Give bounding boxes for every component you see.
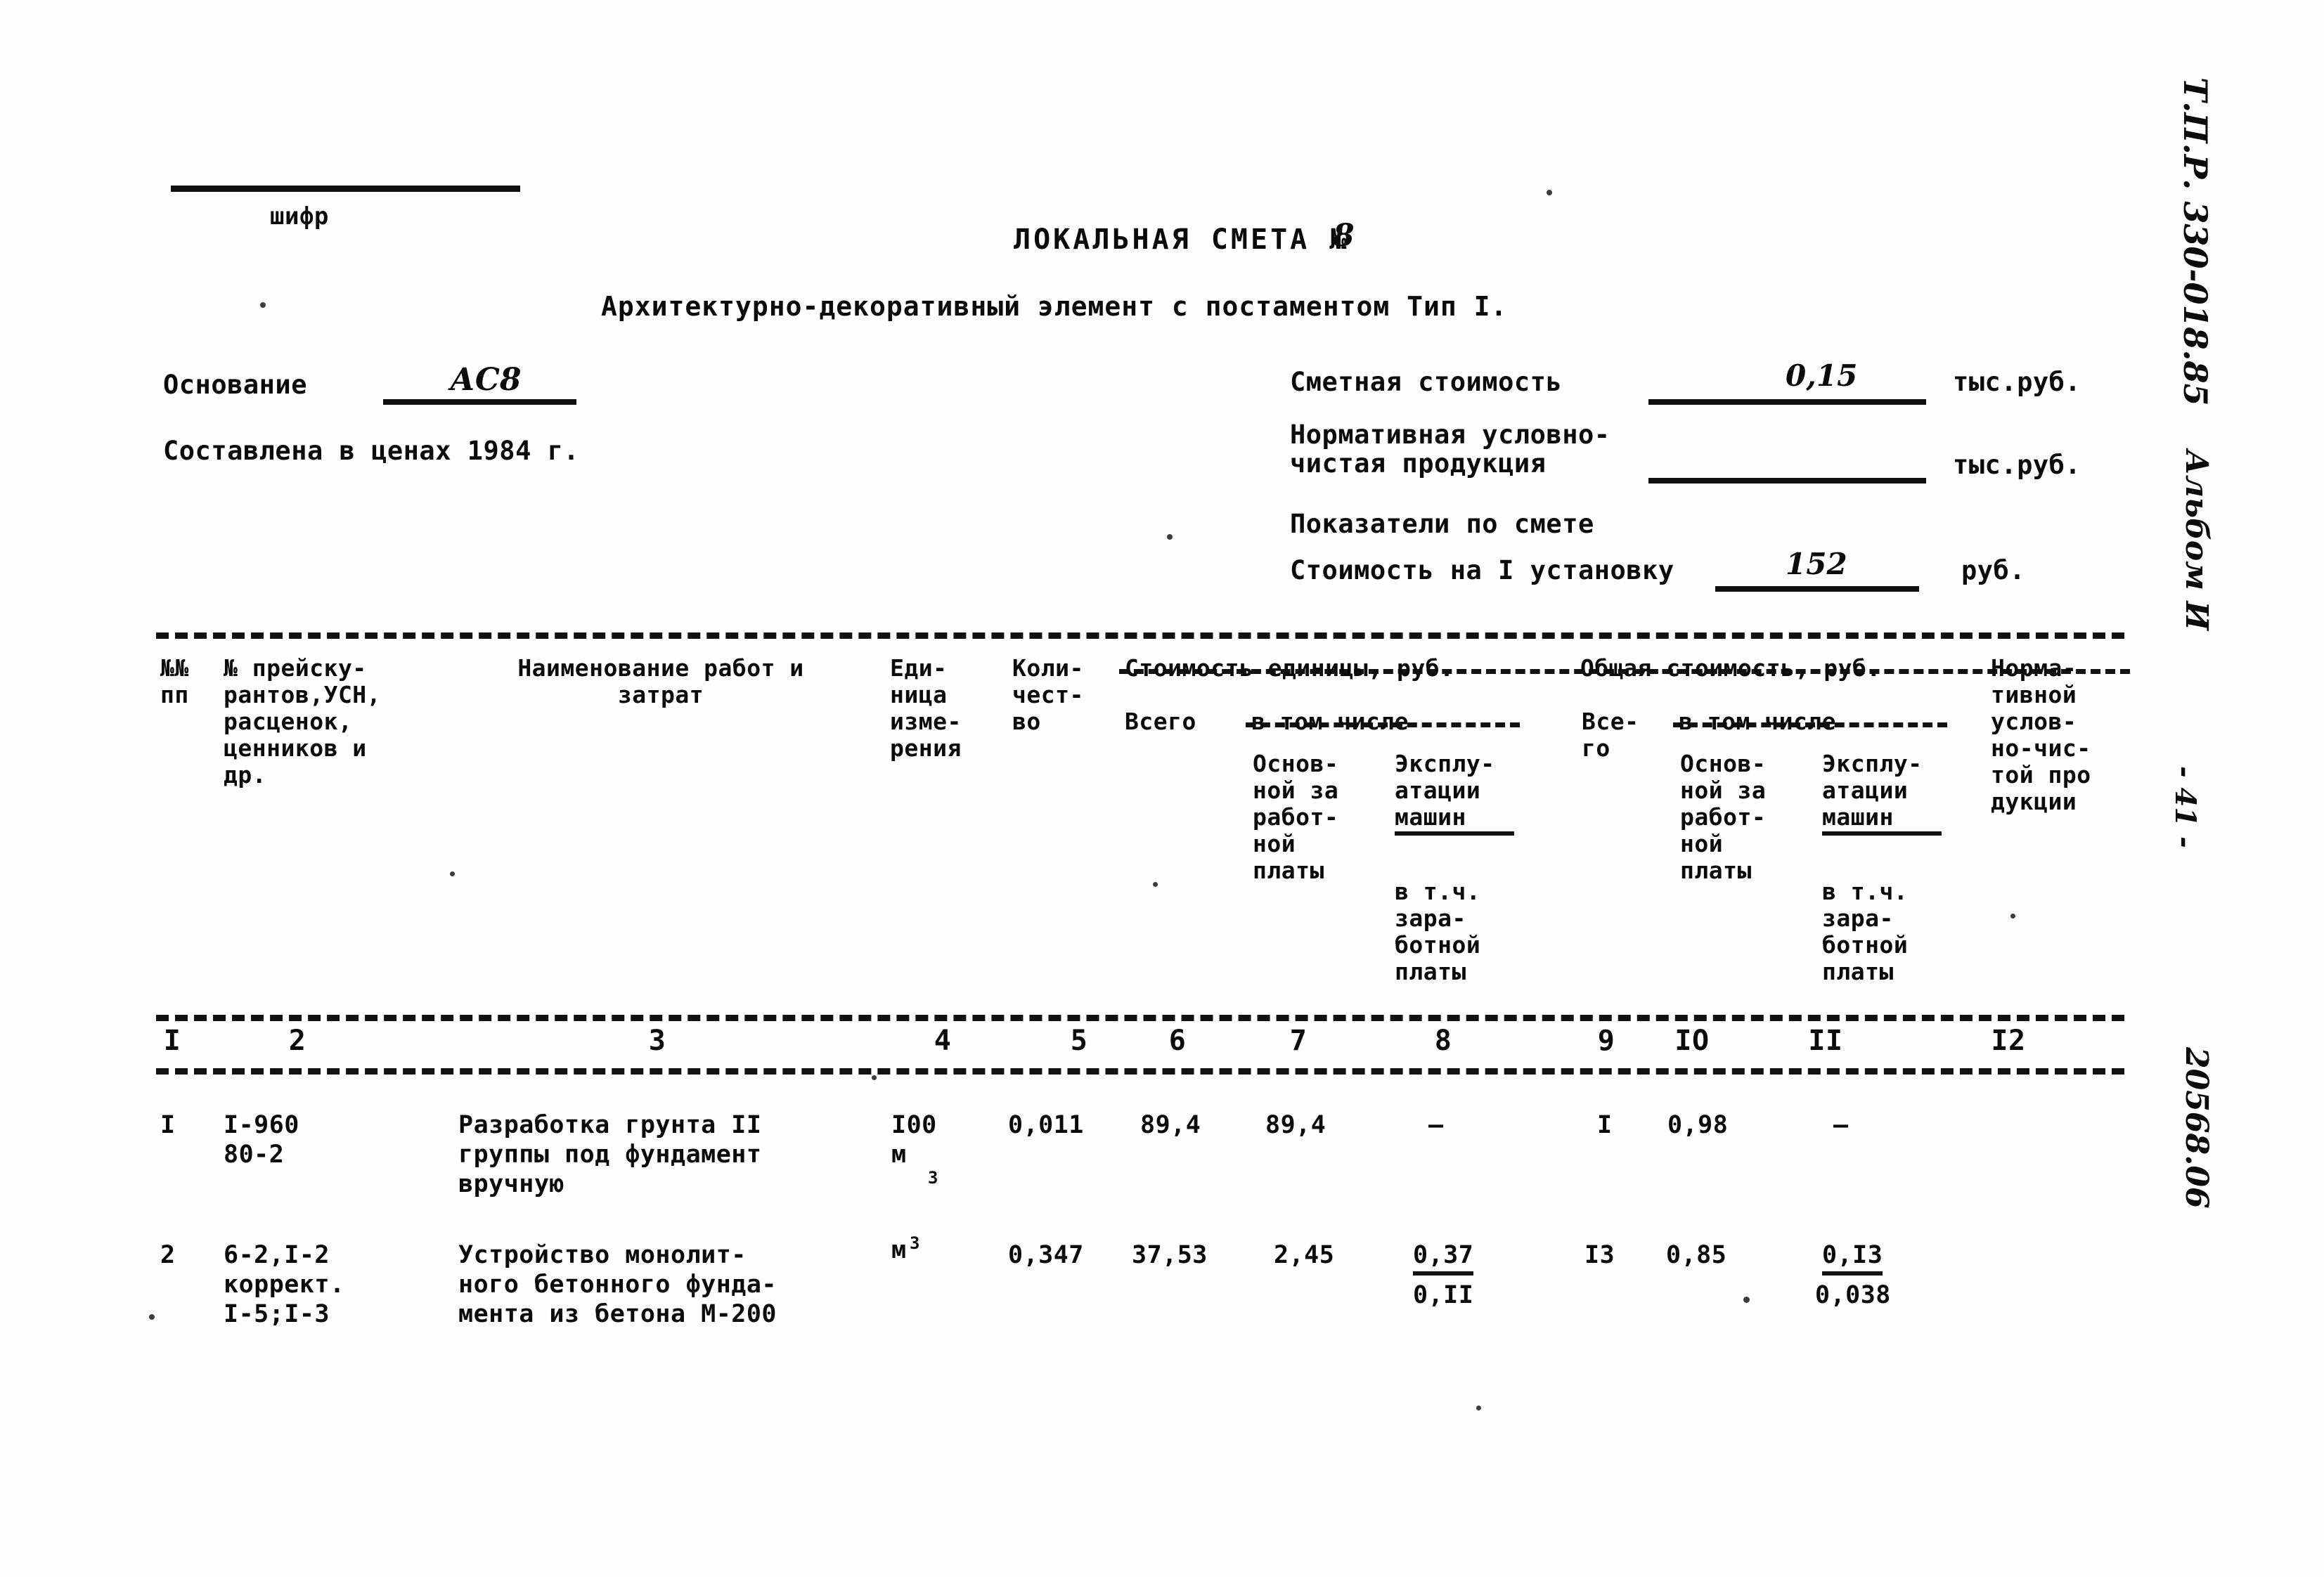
row-total-machine: 0,I3 — [1822, 1240, 1883, 1276]
net-product-fill-rule — [1648, 478, 1926, 484]
margin-stamp-number: 20568.06 — [2178, 1047, 2214, 1209]
scan-speck — [1167, 534, 1173, 540]
table-top-dashed-rule — [156, 632, 2124, 639]
net-product-label: Нормативная условно- чистая продукция — [1290, 420, 1610, 479]
column-header-8: Эксплу- атации машин — [1395, 751, 1514, 836]
prices-year-line: Составлена в ценах 1984 г. — [163, 436, 580, 466]
row-total-machine: – — [1833, 1111, 1849, 1139]
document-subtitle: Архитектурно-декоративный элемент с пост… — [601, 291, 1508, 322]
column-header-3: Наименование работ и затрат — [517, 654, 804, 708]
column-number-9: 9 — [1597, 1025, 1615, 1057]
row-code: 6-2,I-2 коррект. I-5;I-3 — [224, 1241, 345, 1328]
estimate-cost-unit: тыс.руб. — [1953, 367, 2081, 397]
row-total-wage: 0,85 — [1666, 1241, 1727, 1269]
column-number-8: 8 — [1434, 1025, 1452, 1057]
scan-speck — [872, 1075, 877, 1080]
column-header-7: Основ- ной за работ- ной платы — [1253, 750, 1339, 884]
including-1-header: в том числе — [1251, 708, 1409, 735]
row-quantity: 0,011 — [1008, 1111, 1084, 1139]
column-header-8-sub: в т.ч. зара- ботной платы — [1395, 878, 1481, 985]
net-product-unit: тыс.руб. — [1953, 450, 2081, 480]
row-quantity: 0,347 — [1008, 1241, 1084, 1269]
unit-cost-group-header: Стоимость единицы, руб. — [1125, 654, 1454, 682]
document-page: шифр ЛОКАЛЬНАЯ СМЕТА № 8 Архитектурно-де… — [0, 0, 2324, 1577]
column-header-9: Все- го — [1582, 708, 1639, 762]
scan-speck — [450, 871, 455, 876]
column-number-11: II — [1808, 1025, 1843, 1057]
including-2-header: в том числе — [1679, 708, 1837, 735]
column-number-4: 4 — [934, 1025, 952, 1057]
scan-speck — [149, 1314, 155, 1320]
basis-fill-rule — [383, 399, 576, 405]
column-header-1: №№ пп — [160, 654, 189, 708]
estimate-cost-label: Сметная стоимость — [1290, 367, 1563, 397]
estimate-cost-fill-rule — [1648, 399, 1926, 405]
column-header-5: Коли- чест- во — [1012, 654, 1084, 735]
scan-speck — [1743, 1297, 1750, 1303]
indicators-label: Показатели по смете — [1290, 509, 1594, 539]
numrow-top-dashed-rule — [156, 1015, 2124, 1021]
basis-label: Основание — [163, 370, 307, 400]
column-header-6: Всего — [1125, 708, 1196, 735]
estimate-cost-value: 0,15 — [1786, 358, 1858, 393]
row-unit-total: 37,53 — [1132, 1241, 1208, 1269]
column-header-10: Основ- ной за работ- ной платы — [1680, 750, 1767, 884]
row-unit: м — [891, 1236, 907, 1264]
numrow-bottom-dashed-rule — [156, 1068, 2124, 1075]
row-unit-wage: 89,4 — [1265, 1111, 1326, 1139]
column-header-11: Эксплу- атации машин — [1822, 751, 1942, 836]
margin-page-number: - 41 - — [2169, 766, 2202, 848]
row-code: I-960 80-2 — [224, 1111, 299, 1169]
scan-speck — [1547, 190, 1552, 195]
row-description: Разработка грунта II группы под фундамен… — [458, 1111, 762, 1198]
column-header-2: № прейску- рантов,УСН, расценок, ценнико… — [224, 654, 382, 788]
total-cost-group-header: Общая стоимость, руб. — [1580, 654, 1881, 682]
row-unit: I00 м — [891, 1111, 937, 1169]
column-number-12: I2 — [1991, 1025, 2026, 1057]
row-number: I — [160, 1111, 176, 1139]
document-number: 8 — [1333, 218, 1355, 254]
margin-project-code: Т.П.Р. 330-018.85 — [2176, 77, 2214, 406]
unit-install-cost-label: Стоимость на I установку — [1290, 555, 1674, 585]
scan-speck — [260, 302, 266, 308]
row-total: I3 — [1584, 1241, 1615, 1269]
scan-speck — [2010, 914, 2015, 919]
basis-value: АС8 — [450, 362, 522, 398]
scan-speck — [1476, 1406, 1481, 1410]
row-description: Устройство монолит- ного бетонного фунда… — [458, 1241, 777, 1328]
unit-install-cost-fill-rule — [1715, 586, 1919, 592]
column-number-3: 3 — [648, 1025, 666, 1057]
row-unit-machine: – — [1428, 1111, 1444, 1139]
column-number-7: 7 — [1289, 1025, 1308, 1057]
scan-speck — [1153, 882, 1158, 887]
column-number-6: 6 — [1168, 1025, 1187, 1057]
unit-install-cost-value: 152 — [1786, 547, 1847, 581]
column-header-11-sub: в т.ч. зара- ботной платы — [1822, 878, 1909, 985]
row-number: 2 — [160, 1241, 176, 1269]
row-unit-total: 89,4 — [1140, 1111, 1201, 1139]
row-unit-superscript: 3 — [910, 1233, 920, 1253]
margin-album: Альбом И — [2178, 450, 2214, 630]
column-number-5: 5 — [1070, 1025, 1088, 1057]
page-title: ЛОКАЛЬНАЯ СМЕТА № — [1014, 223, 1350, 256]
column-number-2: 2 — [288, 1025, 306, 1057]
column-number-10: IO — [1674, 1025, 1710, 1057]
row-unit-machine: 0,37 — [1413, 1240, 1474, 1276]
row-unit-machine-wage: 0,II — [1413, 1281, 1474, 1309]
column-header-12: Норма- тивной услов- но-чис- той про дук… — [1991, 654, 2091, 815]
cipher-rule — [171, 186, 520, 192]
row-unit-wage: 2,45 — [1274, 1241, 1335, 1269]
unit-install-cost-unit: руб. — [1961, 555, 2026, 585]
row-total-wage: 0,98 — [1667, 1111, 1729, 1139]
cipher-label: шифр — [270, 202, 329, 231]
row-total-machine-wage: 0,038 — [1815, 1281, 1891, 1309]
row-unit-superscript: 3 — [928, 1168, 938, 1188]
row-total: I — [1597, 1111, 1613, 1139]
column-header-4: Еди- ница изме- рения — [890, 654, 962, 762]
column-number-1: I — [163, 1025, 181, 1057]
